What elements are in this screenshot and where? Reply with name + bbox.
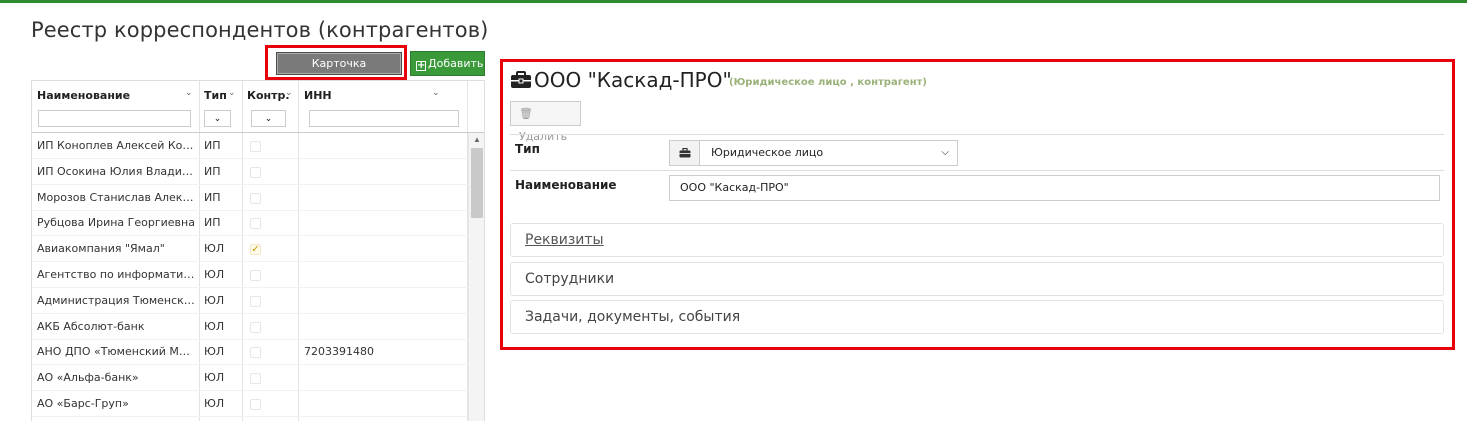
row-name: Морозов Станислав Александрович	[37, 190, 195, 204]
org-title: ООО "Каскад-ПРО"	[510, 68, 732, 92]
add-button[interactable]: + Добавить	[410, 51, 485, 76]
scroll-up-arrow-icon[interactable]: ▲	[473, 135, 481, 144]
add-button-label: Добавить	[428, 57, 484, 70]
row-name: АКБ Абсолют-банк	[37, 319, 145, 333]
section-employees[interactable]: Сотрудники	[510, 262, 1444, 296]
table-row[interactable]: Рубцова Ирина Георгиевна ИП	[32, 210, 468, 237]
delete-button[interactable]: 🗑Удалить	[510, 101, 581, 143]
row-name: АО «Альфа-банк»	[37, 371, 139, 385]
row-name: Авиакомпания "Ямал"	[37, 242, 165, 256]
contractor-checkbox[interactable]	[250, 373, 261, 385]
contractor-checkbox[interactable]	[250, 270, 261, 281]
row-name: АНО ДПО «Тюменский Межрегиональный»	[37, 345, 195, 359]
row-type: ЮЛ	[204, 293, 225, 307]
chevron-down-icon[interactable]: ⌄	[432, 87, 440, 98]
contractor-checkbox[interactable]	[250, 295, 261, 307]
plus-icon: +	[416, 60, 426, 71]
divider	[510, 134, 1444, 135]
row-type: ЮЛ	[204, 345, 225, 359]
name-label: Наименование	[515, 178, 617, 192]
section-requisites[interactable]: Реквизиты	[510, 223, 1444, 257]
table-row[interactable]: Авиакомпания "Ямал" ЮЛ ✓	[32, 236, 468, 263]
contractor-filter-select[interactable]: ⌄	[251, 110, 286, 127]
column-header-inn[interactable]: ИНН	[304, 89, 332, 102]
contractor-checkbox[interactable]	[250, 218, 261, 230]
type-select[interactable]: Юридическое лицо ⌵	[699, 140, 958, 166]
briefcase-icon	[510, 71, 532, 89]
name-field[interactable]: ООО "Каскад-ПРО"	[669, 175, 1440, 201]
correspondents-grid: Наименование ⌄ Тип ⌄ Контр. ⌄ ИНН ⌄ ⌄ ⌄ …	[31, 80, 485, 421]
row-name: ИП Коноплев Алексей Константинович	[37, 139, 195, 152]
name-filter-input[interactable]	[38, 110, 191, 127]
section-requisites-label: Реквизиты	[525, 232, 604, 248]
row-type: ИП	[204, 139, 221, 152]
table-row[interactable]: АО «Альфа-банк» ЮЛ	[32, 365, 468, 392]
contractor-checkbox[interactable]	[250, 399, 261, 410]
chevron-down-icon: ⌵	[941, 147, 949, 158]
row-type: ЮЛ	[204, 397, 225, 410]
chevron-down-icon[interactable]: ⌄	[228, 87, 236, 98]
table-row[interactable]: Администрация Тюменской области ЮЛ	[32, 288, 468, 314]
row-type: ИП	[204, 216, 221, 230]
section-employees-label: Сотрудники	[525, 271, 615, 287]
org-subtitle: (Юридическое лицо , контрагент)	[729, 77, 927, 88]
org-card-button[interactable]: Карточка организации	[276, 52, 402, 91]
check-icon[interactable]: ✓	[250, 244, 261, 256]
row-name: Рубцова Ирина Георгиевна	[37, 216, 195, 230]
table-row[interactable]: АКБ Абсолют-банк ЮЛ	[32, 314, 468, 340]
trash-icon: 🗑	[519, 107, 533, 120]
row-name: АО «Барс-Груп»	[37, 397, 129, 410]
scrollbar-thumb[interactable]	[471, 148, 483, 218]
top-accent-bar	[0, 0, 1467, 3]
row-name: Агентство по информатизации	[37, 268, 195, 281]
table-row[interactable]: Агентство по информатизации ЮЛ	[32, 262, 468, 288]
row-name: Администрация Тюменской области	[37, 293, 195, 307]
table-row[interactable]: ИП Коноплев Алексей Константинович ИП	[32, 133, 468, 159]
section-tasks-label: Задачи, документы, события	[525, 309, 741, 325]
contractor-checkbox[interactable]	[250, 347, 261, 359]
table-row[interactable]: АНО ДПО «Тюменский Межрегиональный» ЮЛ 720…	[32, 339, 468, 366]
row-type: ЮЛ	[204, 319, 225, 333]
row-type: ИП	[204, 190, 221, 204]
type-filter-select[interactable]: ⌄	[204, 110, 231, 127]
type-addon	[669, 140, 700, 166]
contractor-checkbox[interactable]	[250, 321, 261, 333]
chevron-down-icon[interactable]: ⌄	[285, 87, 293, 98]
type-label: Тип	[515, 142, 540, 156]
section-tasks-docs-events[interactable]: Задачи, документы, события	[510, 300, 1444, 334]
contractor-checkbox[interactable]	[250, 192, 261, 204]
column-header-type[interactable]: Тип	[204, 89, 227, 102]
table-row[interactable]: АО «Барс-Груп» ЮЛ	[32, 391, 468, 417]
contractor-checkbox[interactable]	[250, 166, 261, 178]
chevron-down-icon[interactable]: ⌄	[185, 87, 193, 98]
briefcase-icon	[679, 148, 691, 158]
org-title-text: ООО "Каскад-ПРО"	[534, 68, 732, 92]
table-row[interactable]: Морозов Станислав Александрович ИП	[32, 185, 468, 211]
column-header-name[interactable]: Наименование	[37, 89, 130, 102]
row-name: ИП Осокина Юлия Владимировна	[37, 164, 195, 178]
divider	[510, 170, 1444, 171]
contractor-checkbox[interactable]	[250, 141, 261, 152]
table-row[interactable]: ИП Осокина Юлия Владимировна ИП	[32, 159, 468, 185]
type-select-value: Юридическое лицо	[711, 146, 824, 159]
page-title: Реестр корреспондентов (контрагентов)	[31, 18, 489, 42]
row-type: ЮЛ	[204, 371, 225, 385]
row-type: ИП	[204, 164, 221, 178]
row-inn: 7203391480	[304, 345, 374, 359]
column-header-contractor[interactable]: Контр.	[247, 89, 290, 102]
inn-filter-input[interactable]	[309, 110, 459, 127]
row-type: ЮЛ	[204, 242, 225, 256]
row-type: ЮЛ	[204, 268, 225, 281]
